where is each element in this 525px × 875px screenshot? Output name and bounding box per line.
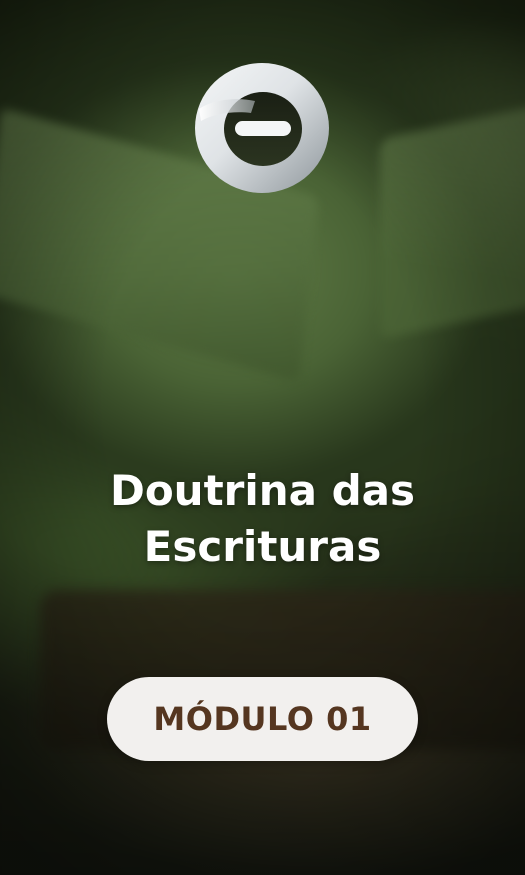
course-card[interactable]: Doutrina das Escrituras MÓDULO 01 [0, 0, 525, 875]
course-title-line-2: Escrituras [143, 522, 382, 571]
module-badge-button[interactable]: MÓDULO 01 [107, 677, 418, 761]
course-title: Doutrina das Escrituras [0, 463, 525, 575]
course-title-line-1: Doutrina das [109, 466, 416, 515]
module-badge-label: MÓDULO 01 [153, 700, 372, 738]
ring-minus-logo-icon [195, 63, 329, 193]
